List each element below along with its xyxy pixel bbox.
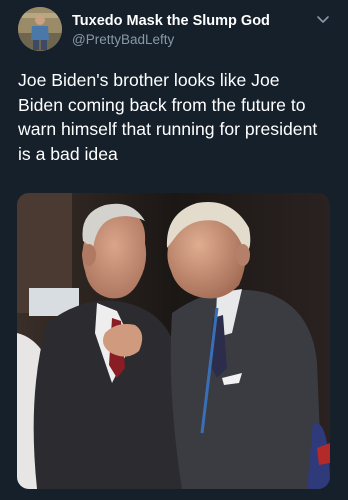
tweet-text-line: Biden coming back from the future to — [18, 94, 306, 115]
tweet-photo[interactable] — [17, 193, 330, 489]
chevron-down-icon[interactable] — [316, 15, 330, 25]
author-names: Tuxedo Mask the Slump God @PrettyBadLeft… — [72, 13, 270, 48]
tweet-text-line: warn himself that running for president — [18, 119, 318, 139]
display-name[interactable]: Tuxedo Mask the Slump God — [72, 13, 270, 30]
tweet-text-line: Joe Biden's brother looks like Joe — [18, 70, 280, 90]
photo-two-men — [17, 193, 330, 489]
tweet-text: Joe Biden's brother looks like Joe Biden… — [18, 68, 340, 166]
tweet-text-line: is a bad idea — [18, 143, 118, 164]
avatar[interactable] — [18, 7, 62, 51]
avatar-image — [18, 7, 62, 51]
user-handle[interactable]: @PrettyBadLefty — [72, 31, 270, 48]
tweet-card[interactable]: Tuxedo Mask the Slump God @PrettyBadLeft… — [0, 0, 348, 500]
